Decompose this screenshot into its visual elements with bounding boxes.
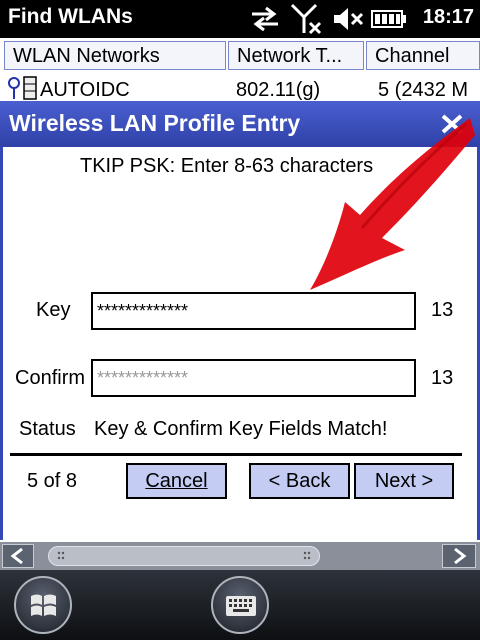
next-button-label: Next > — [374, 470, 434, 492]
status-bar: Find WLANs 18:17 — [0, 0, 480, 38]
next-button[interactable]: Next > — [354, 463, 454, 499]
cancel-button[interactable]: Cancel — [126, 463, 227, 499]
no-signal-icon — [290, 3, 322, 35]
confirm-label: Confirm — [15, 367, 86, 389]
confirm-char-count: 13 — [431, 367, 454, 389]
taskbar — [0, 570, 480, 640]
key-char-count: 13 — [431, 299, 454, 321]
key-label: Key — [36, 299, 71, 321]
column-header-network-type[interactable]: Network T... — [228, 41, 364, 70]
key-input-value: ************* — [97, 301, 189, 321]
cancel-button-label: Cancel — [145, 470, 208, 492]
scroll-right-button[interactable] — [442, 544, 476, 568]
key-input[interactable]: ************* — [91, 292, 416, 330]
confirm-key-input[interactable]: ************* — [91, 359, 416, 397]
windows-logo-icon — [31, 594, 56, 616]
table-row[interactable]: AUTOIDC 802.11(g) 5 (2432 M — [0, 72, 480, 101]
column-header-wlan-networks[interactable]: WLAN Networks — [4, 41, 226, 70]
scroll-left-button[interactable] — [2, 544, 34, 568]
annotation-arrow-icon — [310, 118, 475, 290]
network-type: 802.11(g) — [236, 79, 321, 101]
page-indicator: 5 of 8 — [27, 470, 78, 492]
keyboard-button[interactable] — [211, 576, 269, 634]
start-button[interactable] — [14, 576, 72, 634]
confirm-input-value: ************* — [97, 368, 189, 388]
chevron-right-icon — [454, 547, 467, 565]
clock: 18:17 — [422, 6, 474, 28]
app-title: Find WLANs — [8, 5, 133, 28]
sync-arrows-icon — [252, 6, 278, 32]
grip-icon — [303, 551, 311, 560]
back-button-label: < Back — [268, 470, 331, 492]
keyboard-icon — [226, 596, 256, 616]
battery-icon — [371, 10, 406, 28]
grip-icon — [57, 551, 65, 560]
divider — [10, 453, 462, 456]
network-channel: 5 (2432 M — [378, 79, 469, 101]
speaker-muted-icon — [334, 8, 364, 30]
column-header-channel[interactable]: Channel — [366, 41, 480, 70]
status-text: Key & Confirm Key Fields Match! — [94, 418, 388, 440]
network-infrastructure-icon — [8, 76, 37, 100]
scrollbar-thumb[interactable] — [48, 546, 320, 566]
horizontal-scrollbar[interactable] — [0, 542, 480, 570]
back-button[interactable]: < Back — [249, 463, 350, 499]
status-label: Status — [19, 418, 76, 440]
dialog-title: Wireless LAN Profile Entry — [9, 110, 301, 136]
chevron-left-icon — [10, 547, 23, 565]
network-name: AUTOIDC — [40, 79, 130, 101]
